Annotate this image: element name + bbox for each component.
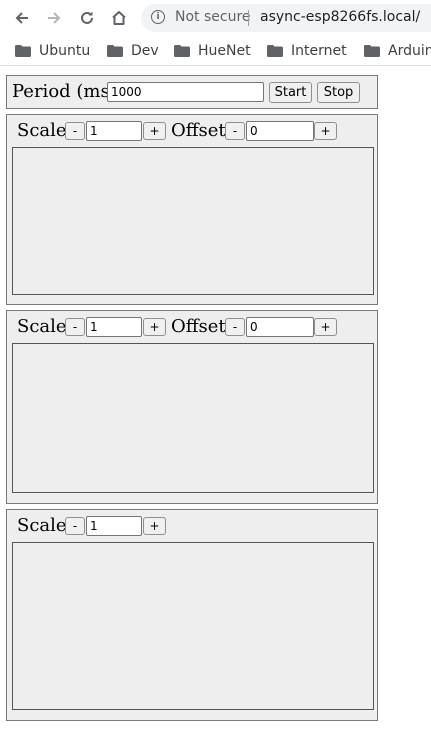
offset-input[interactable] [246, 317, 314, 337]
bookmark-dev[interactable]: Dev [107, 42, 159, 60]
scale-increase-button[interactable]: + [143, 517, 166, 535]
folder-icon [364, 45, 380, 57]
scale-input[interactable] [86, 121, 142, 141]
bookmark-label: Arduino [388, 43, 431, 59]
folder-icon [174, 45, 190, 57]
scale-input[interactable] [86, 317, 142, 337]
folder-icon [267, 45, 283, 57]
info-icon[interactable]: i [151, 10, 165, 24]
offset-decrease-button[interactable]: - [225, 122, 245, 140]
bookmark-label: HueNet [198, 43, 251, 59]
home-button[interactable] [107, 6, 131, 30]
period-input[interactable] [107, 82, 264, 102]
reload-button[interactable] [75, 6, 99, 30]
start-button[interactable]: Start [269, 82, 312, 103]
chart-panel-1: Scale: - + Offset: - + [6, 114, 378, 305]
period-panel: Period (ms): Start Stop [6, 75, 378, 109]
scale-input[interactable] [86, 516, 142, 536]
bookmark-huenet[interactable]: HueNet [174, 42, 251, 60]
browser-toolbar: i Not secure async-esp8266fs.local/ [0, 0, 431, 36]
security-status: Not secure [175, 9, 251, 25]
forward-button[interactable] [42, 6, 66, 30]
scale-increase-button[interactable]: + [143, 122, 166, 140]
offset-label: Offset: [171, 316, 232, 337]
url-separator [248, 10, 249, 26]
bookmark-label: Dev [131, 43, 159, 59]
stop-button[interactable]: Stop [317, 82, 360, 103]
offset-increase-button[interactable]: + [314, 122, 337, 140]
home-icon [112, 11, 126, 25]
scale-decrease-button[interactable]: - [65, 318, 85, 336]
bookmarks-bar: Ubuntu Dev HueNet Internet Arduino [0, 36, 431, 66]
address-bar[interactable]: i Not secure async-esp8266fs.local/ [141, 4, 431, 32]
folder-icon [107, 45, 123, 57]
bookmark-label: Ubuntu [39, 43, 91, 59]
offset-input[interactable] [246, 121, 314, 141]
chart-panel-2: Scale: - + Offset: - + [6, 310, 378, 504]
back-arrow-icon [15, 12, 28, 24]
chart-canvas [12, 343, 374, 493]
chart-canvas [12, 147, 374, 295]
reload-icon [81, 11, 93, 24]
scale-decrease-button[interactable]: - [65, 517, 85, 535]
folder-icon [15, 45, 31, 57]
bookmark-ubuntu[interactable]: Ubuntu [15, 42, 90, 60]
chart-panel-3: Scale: - + [6, 509, 378, 721]
url-text[interactable]: async-esp8266fs.local/ [260, 9, 420, 25]
chart-canvas [12, 542, 374, 710]
bookmark-label: Internet [291, 43, 347, 59]
offset-label: Offset: [171, 120, 232, 141]
bookmark-arduino[interactable]: Arduino [364, 42, 431, 60]
offset-increase-button[interactable]: + [314, 318, 337, 336]
bookmark-internet[interactable]: Internet [267, 42, 347, 60]
offset-decrease-button[interactable]: - [225, 318, 245, 336]
back-button[interactable] [10, 6, 34, 30]
forward-arrow-icon [48, 12, 61, 24]
scale-increase-button[interactable]: + [143, 318, 166, 336]
scale-decrease-button[interactable]: - [65, 122, 85, 140]
